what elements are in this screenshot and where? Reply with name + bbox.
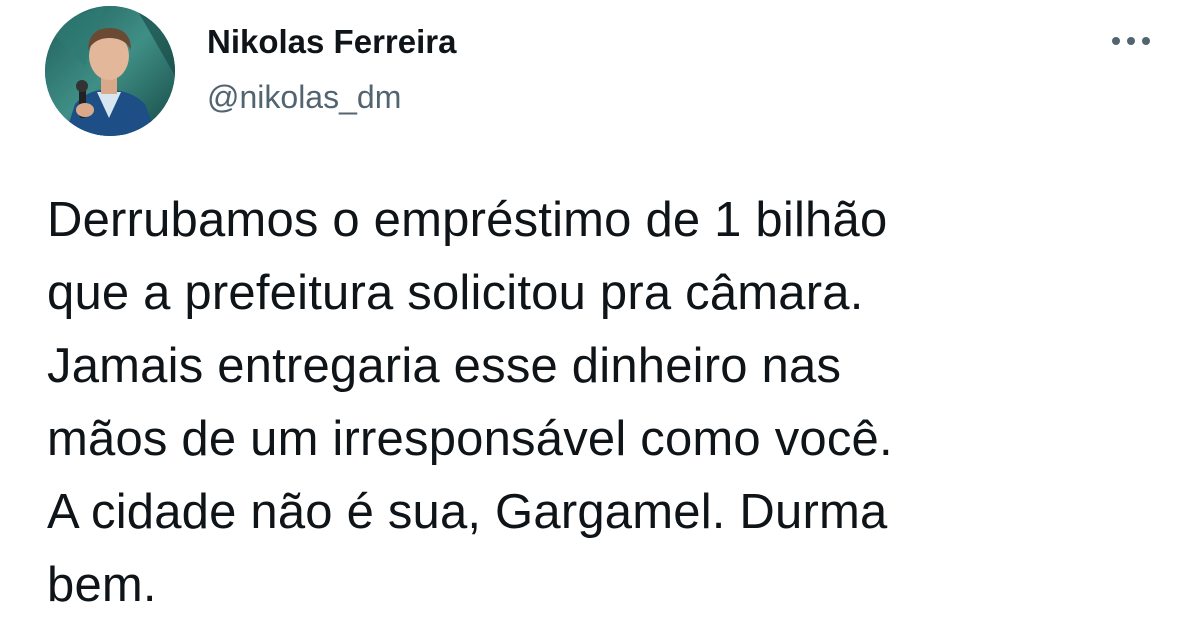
tweet-text-line: bem. [47,558,157,612]
tweet-text-line: que a prefeitura solicitou pra câmara. [47,266,864,320]
author-handle[interactable]: @nikolas_dm [207,77,401,117]
tweet-text-line: A cidade não é sua, Gargamel. Durma [47,485,888,539]
more-options-button[interactable] [1106,26,1156,56]
more-horizontal-icon [1112,37,1150,45]
avatar[interactable] [45,6,175,136]
tweet-card: Nikolas Ferreira @nikolas_dm Derrubamos … [0,0,1200,629]
tweet-text: Derrubamos o empréstimo de 1 bilhão que … [47,184,1167,622]
tweet-text-line: mãos de um irresponsável como você. [47,412,893,466]
tweet-text-line: Derrubamos o empréstimo de 1 bilhão [47,193,888,247]
author-display-name[interactable]: Nikolas Ferreira [207,22,456,62]
profile-photo-icon [45,6,175,136]
tweet-text-line: Jamais entregaria esse dinheiro nas [47,339,842,393]
